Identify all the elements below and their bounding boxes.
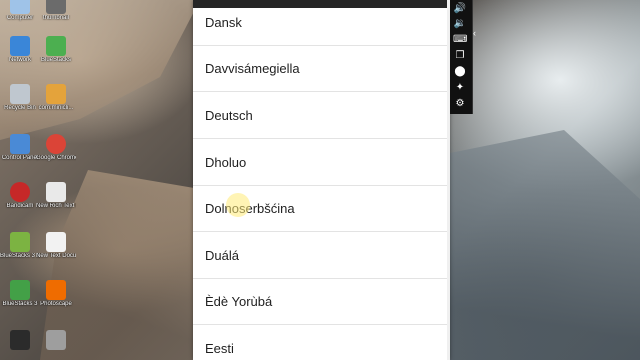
desktop-icon-label: thumbnail xyxy=(42,15,69,21)
record-icon xyxy=(10,182,30,202)
desktop-icon-label: BlueStacks 3 xyxy=(2,301,38,307)
wallpaper-rock xyxy=(450,130,640,360)
desktop-icon-recycle-bin[interactable]: Recycle Bin xyxy=(0,84,40,112)
language-name: Duálá xyxy=(205,248,239,263)
location-icon[interactable]: ⬤ xyxy=(453,65,467,78)
control-panel-icon xyxy=(10,134,30,154)
language-name: Dansk xyxy=(205,15,242,30)
desktop-icon-label: Google Chrome xyxy=(36,155,76,161)
desktop-icon-label: Recycle Bin xyxy=(4,105,36,111)
computer-icon xyxy=(10,0,30,14)
desktop-icon-com-minicli[interactable]: com.minicli... xyxy=(36,84,76,112)
bluestacks-icon xyxy=(46,36,66,56)
desktop-icon-google-chrome[interactable]: Google Chrome xyxy=(36,134,76,162)
language-item[interactable]: Duálá xyxy=(193,233,450,279)
desktop-icon-label: BlueStacks xyxy=(40,57,71,63)
language-name: Davvisámegiella xyxy=(205,61,300,76)
language-list-panel: Dansk Davvisámegiella Deutsch Dholuo Dol… xyxy=(193,0,450,360)
desktop-icon-bluestacks-multi[interactable]: BlueStacks 3 Multi-Insta... xyxy=(0,232,40,260)
desktop-icon-label: Computer xyxy=(6,15,34,21)
shake-icon[interactable]: ✦ xyxy=(453,81,467,94)
document-icon xyxy=(46,182,66,202)
bluestacks-icon xyxy=(10,280,30,300)
desktop-icon-label: Network xyxy=(8,57,31,63)
language-item[interactable]: Davvisámegiella xyxy=(193,46,450,92)
desktop-icon-photoscape[interactable]: Photoscape xyxy=(36,280,76,308)
app-stack-icon xyxy=(46,84,66,104)
bluestacks-multi-icon xyxy=(10,232,30,252)
image-file-icon xyxy=(46,0,66,14)
language-item[interactable]: Deutsch xyxy=(193,93,450,139)
desktop-icon-network[interactable]: Network xyxy=(0,36,40,64)
desktop-icon-label: BlueStacks 3 Multi-Insta... xyxy=(0,253,40,259)
settings-icon[interactable]: ⚙ xyxy=(453,97,467,110)
language-name: Dholuo xyxy=(205,155,247,170)
desktop-icon-bluestacks[interactable]: BlueStacks xyxy=(36,36,76,64)
cursor-highlight xyxy=(226,193,250,217)
desktop-icon-new-text[interactable]: New Text Document xyxy=(36,232,76,260)
text-file-icon xyxy=(46,232,66,252)
desktop-icon-bluestacks-3[interactable]: BlueStacks 3 xyxy=(0,280,40,308)
desktop-icon-computer[interactable]: Computer xyxy=(0,0,40,22)
desktop-icon-thumbnail[interactable]: thumbnail xyxy=(36,0,76,22)
desktop-icon-area: Computer thumbnail Network BlueStacks Re… xyxy=(0,0,90,360)
chrome-icon xyxy=(46,134,66,154)
desktop-icon-label: New Rich Text Docum... xyxy=(36,203,76,209)
language-item[interactable]: Dholuo xyxy=(193,140,450,186)
desktop-icon-label: Control Panel xyxy=(1,155,39,161)
language-name: Eesti xyxy=(205,341,234,356)
app-icon xyxy=(10,330,30,350)
desktop-icon-bandicam[interactable]: Bandicam xyxy=(0,182,40,210)
copy-icon[interactable]: ❐ xyxy=(453,49,467,62)
app-icon xyxy=(46,330,66,350)
recycle-bin-icon xyxy=(10,84,30,104)
emulator-toolbar: 🔊 🔉 ⌨ ❐ ⬤ ✦ ⚙ xyxy=(450,0,473,114)
desktop-icon-unknown-grey[interactable] xyxy=(36,330,76,351)
photoscape-icon xyxy=(46,280,66,300)
collapse-toolbar-icon[interactable]: ‹ xyxy=(473,28,481,38)
volume-up-icon[interactable]: 🔊 xyxy=(453,2,467,15)
desktop-icon-label: Photoscape xyxy=(40,301,72,307)
desktop-icon-label: com.minicli... xyxy=(38,105,74,111)
language-item[interactable]: Èdè Yorùbá xyxy=(193,279,450,325)
keyboard-icon[interactable]: ⌨ xyxy=(453,33,467,46)
desktop-icon-label: New Text Document xyxy=(36,253,76,259)
desktop-icon-label: Bandicam xyxy=(6,203,34,209)
language-name: Deutsch xyxy=(205,108,253,123)
volume-down-icon[interactable]: 🔉 xyxy=(453,17,467,30)
language-name: Èdè Yorùbá xyxy=(205,294,273,309)
language-item[interactable]: Eesti xyxy=(193,326,450,360)
desktop-icon-control-panel[interactable]: Control Panel xyxy=(0,134,40,162)
status-bar xyxy=(193,0,450,8)
desktop-icon-rich-text[interactable]: New Rich Text Docum... xyxy=(36,182,76,210)
network-globe-icon xyxy=(10,36,30,56)
desktop-icon-unknown-dark[interactable] xyxy=(0,330,40,351)
